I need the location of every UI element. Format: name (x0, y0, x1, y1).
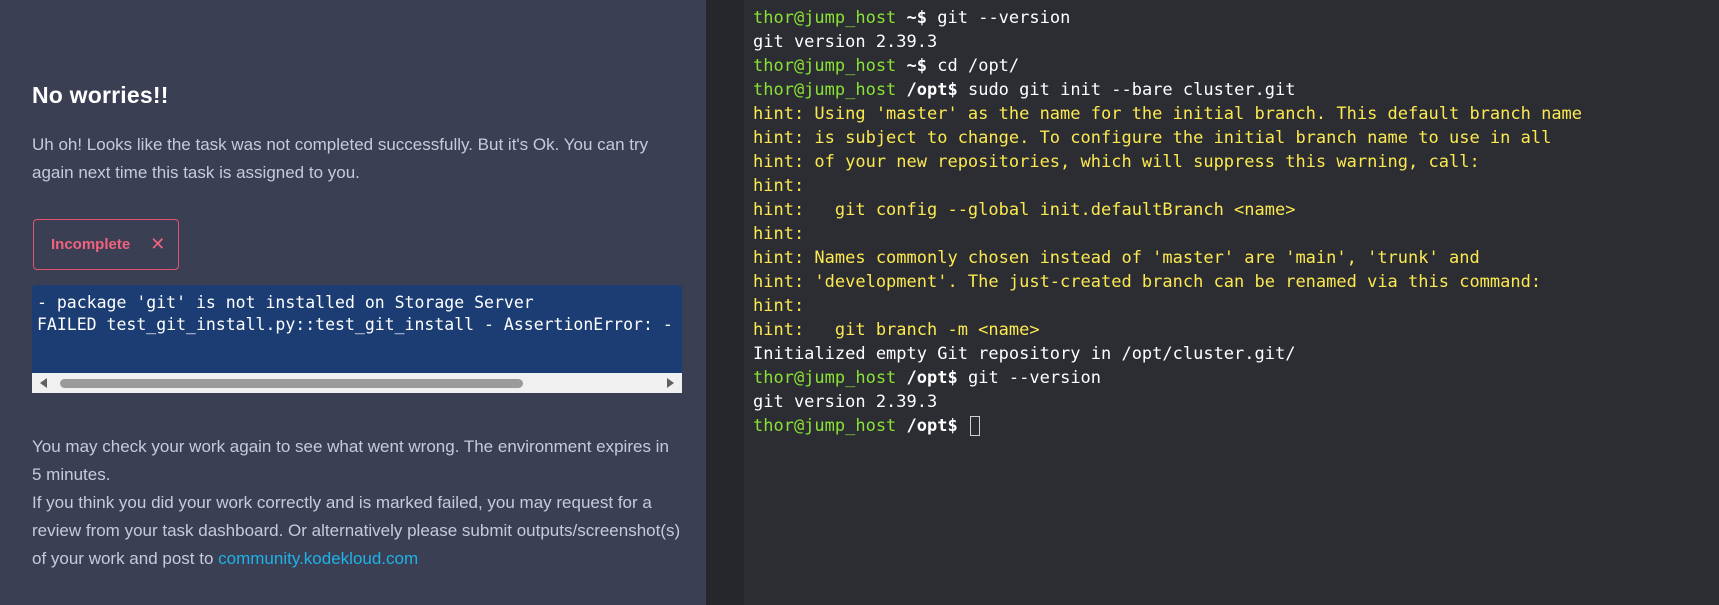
panel-divider[interactable] (706, 0, 744, 605)
prompt-symbol: $ (947, 80, 958, 100)
terminal-line: hint: (753, 222, 1719, 246)
error-log-content: - package 'git' is not installed on Stor… (32, 285, 682, 373)
terminal-line: thor@jump_host ~$ cd /opt/ (753, 54, 1719, 78)
prompt-dir: /opt (896, 368, 948, 388)
terminal-command: git --version (927, 8, 1071, 28)
prompt-user: thor@jump_host (753, 368, 897, 388)
terminal-line: hint: git branch -m <name> (753, 318, 1719, 342)
terminal-line: git version 2.39.3 (753, 30, 1719, 54)
close-icon: ✕ (150, 234, 166, 254)
terminal-line: hint: git config --global init.defaultBr… (753, 198, 1719, 222)
terminal-line: thor@jump_host /opt$ (753, 414, 1719, 438)
task-feedback-panel: No worries!! Uh oh! Looks like the task … (0, 0, 706, 605)
terminal-line: thor@jump_host /opt$ git --version (753, 366, 1719, 390)
prompt-user: thor@jump_host (753, 416, 897, 436)
terminal-hint-text: hint: git config --global init.defaultBr… (753, 200, 1296, 220)
status-badge: Incomplete ✕ (33, 219, 179, 270)
terminal-hint-text: hint: Using 'master' as the name for the… (753, 104, 1583, 124)
prompt-symbol: $ (916, 8, 928, 28)
terminal-hint-text: hint: of your new repositories, which wi… (753, 152, 1480, 172)
terminal-hint-text: hint: Names commonly chosen instead of '… (753, 248, 1480, 268)
prompt-user: thor@jump_host (753, 56, 897, 76)
terminal-line: hint: (753, 174, 1719, 198)
terminal-output-text: git version 2.39.3 (753, 32, 938, 52)
terminal-line: hint: Names commonly chosen instead of '… (753, 246, 1719, 270)
terminal-hint-text: hint: (753, 176, 805, 196)
feedback-heading: No worries!! (32, 82, 169, 108)
feedback-help-text: You may check your work again to see wha… (32, 433, 682, 573)
terminal-line: Initialized empty Git repository in /opt… (753, 342, 1719, 366)
terminal-line: thor@jump_host /opt$ sudo git init --bar… (753, 78, 1719, 102)
prompt-symbol: $ (947, 368, 958, 388)
terminal-line: hint: (753, 294, 1719, 318)
prompt-symbol: $ (947, 416, 958, 436)
terminal-line: hint: of your new repositories, which wi… (753, 150, 1719, 174)
log-line: - package 'git' is not installed on Stor… (37, 293, 534, 312)
scroll-left-arrow-icon[interactable] (40, 378, 47, 388)
terminal-line: git version 2.39.3 (753, 390, 1719, 414)
prompt-symbol: $ (916, 56, 928, 76)
terminal-hint-text: hint: git branch -m <name> (753, 320, 1040, 340)
prompt-dir: /opt (896, 80, 948, 100)
terminal-hint-text: hint: (753, 224, 805, 244)
community-link[interactable]: community.kodekloud.com (218, 549, 418, 568)
terminal-cursor[interactable] (969, 416, 980, 436)
prompt-user: thor@jump_host (753, 80, 897, 100)
prompt-dir: ~ (896, 8, 917, 28)
prompt-user: thor@jump_host (753, 8, 897, 28)
terminal-command (958, 416, 968, 436)
log-line: FAILED test_git_install.py::test_git_ins… (37, 315, 673, 334)
terminal[interactable]: thor@jump_host ~$ git --version git versi… (744, 0, 1719, 605)
expiry-text: You may check your work again to see wha… (32, 437, 669, 484)
status-badge-label: Incomplete (51, 236, 131, 253)
terminal-output-text: git version 2.39.3 (753, 392, 938, 412)
terminal-output-text: Initialized empty Git repository in /opt… (753, 344, 1296, 364)
terminal-command: sudo git init --bare cluster.git (957, 80, 1296, 100)
terminal-command: git --version (957, 368, 1102, 388)
prompt-dir: /opt (896, 416, 948, 436)
terminal-hint-text: hint: is subject to change. To configure… (753, 128, 1552, 148)
terminal-line: thor@jump_host ~$ git --version (753, 6, 1719, 30)
terminal-line: hint: Using 'master' as the name for the… (753, 102, 1719, 126)
error-log-box[interactable]: - package 'git' is not installed on Stor… (32, 285, 682, 393)
horizontal-scrollbar[interactable] (32, 373, 682, 393)
scrollbar-thumb[interactable] (60, 379, 523, 388)
app-root: No worries!! Uh oh! Looks like the task … (0, 0, 1719, 605)
terminal-hint-text: hint: (753, 296, 805, 316)
terminal-line: hint: 'development'. The just-created br… (753, 270, 1719, 294)
terminal-command: cd /opt/ (927, 56, 1020, 76)
terminal-hint-text: hint: 'development'. The just-created br… (753, 272, 1542, 292)
prompt-dir: ~ (896, 56, 917, 76)
scroll-right-arrow-icon[interactable] (667, 378, 674, 388)
terminal-line: hint: is subject to change. To configure… (753, 126, 1719, 150)
feedback-intro-text: Uh oh! Looks like the task was not compl… (32, 135, 649, 182)
